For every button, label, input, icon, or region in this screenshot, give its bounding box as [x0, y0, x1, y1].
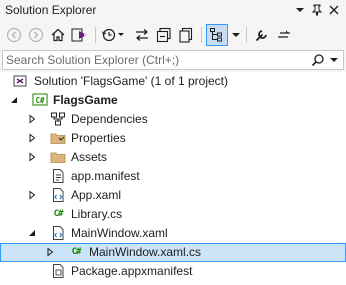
- tree-item-label: Dependencies: [71, 112, 148, 126]
- tree-item-label: Library.cs: [71, 207, 123, 221]
- pending-changes-button[interactable]: [99, 24, 129, 46]
- chevron-down-icon: [330, 58, 338, 62]
- svg-text:C#: C#: [35, 96, 45, 105]
- hierarchy-icon: [210, 28, 222, 42]
- properties-button[interactable]: [251, 24, 273, 46]
- forward-circle-icon: [28, 27, 44, 43]
- tree-item-label: Assets: [71, 150, 108, 164]
- collapsed-arrow-icon[interactable]: [26, 132, 38, 144]
- sync-arrows-icon: [136, 29, 148, 41]
- search-icon[interactable]: [311, 53, 325, 67]
- search-box: [2, 50, 344, 70]
- history-clock-icon: [102, 28, 124, 42]
- home-button[interactable]: [47, 24, 69, 46]
- tree-item-app-manifest[interactable]: app.manifest: [0, 167, 346, 186]
- sync-active-document-button[interactable]: [131, 24, 153, 46]
- wrench-icon: [255, 30, 267, 42]
- tree-item-package-appxmanifest[interactable]: Package.appxmanifest: [0, 262, 346, 281]
- xaml-file-icon: [50, 187, 66, 203]
- csharp-file-icon: C#: [53, 209, 64, 219]
- minus-lines-icon: [278, 30, 290, 38]
- xaml-file-icon: [50, 225, 66, 241]
- collapsed-arrow-icon[interactable]: [26, 151, 38, 163]
- title-bar: Solution Explorer: [0, 0, 346, 22]
- tree-item-label: Package.appxmanifest: [71, 264, 193, 278]
- tree-item-library-cs[interactable]: C# Library.cs: [0, 205, 346, 224]
- toolbar-separator: [95, 27, 96, 43]
- home-icon: [51, 28, 65, 42]
- manifest-file-icon: [50, 168, 66, 184]
- collapse-all-button[interactable]: [153, 24, 175, 46]
- show-all-files-icon: [179, 27, 193, 43]
- preview-selected-items-button[interactable]: [206, 24, 228, 46]
- tree-item-properties[interactable]: Properties: [0, 129, 346, 148]
- tree-item-solution[interactable]: Solution 'FlagsGame' (1 of 1 project): [0, 72, 346, 91]
- window-position-dropdown-icon[interactable]: [292, 2, 308, 18]
- chevron-down-icon: [232, 33, 240, 37]
- dependencies-icon: [50, 111, 66, 127]
- tree-item-label: FlagsGame: [53, 93, 118, 107]
- collapse-all-icon: [156, 27, 171, 43]
- back-button[interactable]: [3, 24, 25, 46]
- tree-item-label: Properties: [71, 131, 126, 145]
- collapsed-arrow-icon[interactable]: [44, 246, 56, 258]
- tree-item-label: Solution 'FlagsGame' (1 of 1 project): [34, 74, 229, 88]
- package-manifest-icon: [50, 263, 66, 279]
- toolbar: [0, 22, 346, 48]
- forward-button[interactable]: [25, 24, 47, 46]
- solution-tree: Solution 'FlagsGame' (1 of 1 project) C#…: [0, 72, 346, 285]
- back-circle-icon: [6, 27, 22, 43]
- tree-item-label: app.manifest: [71, 169, 140, 183]
- preview-dropdown-button[interactable]: [229, 24, 243, 46]
- tree-item-assets[interactable]: Assets: [0, 148, 346, 167]
- folder-icon: [50, 149, 66, 165]
- search-input[interactable]: [6, 52, 306, 68]
- show-all-files-button[interactable]: [175, 24, 197, 46]
- expanded-arrow-icon[interactable]: [26, 227, 38, 239]
- more-options-button[interactable]: [273, 24, 295, 46]
- csharp-project-icon: C#: [32, 92, 48, 108]
- collapsed-arrow-icon[interactable]: [26, 189, 38, 201]
- tree-item-project[interactable]: C# FlagsGame: [0, 91, 346, 110]
- pin-icon[interactable]: [309, 2, 325, 18]
- tree-item-app-xaml[interactable]: App.xaml: [0, 186, 346, 205]
- tree-item-label: MainWindow.xaml.cs: [89, 245, 202, 259]
- toolbar-separator: [246, 27, 247, 43]
- tree-item-label: App.xaml: [71, 188, 122, 202]
- search-options-dropdown[interactable]: [328, 53, 340, 67]
- vs-switch-views-icon: [71, 28, 87, 42]
- toolbar-separator: [201, 27, 202, 43]
- tree-item-mainwindow-xaml-cs[interactable]: C# MainWindow.xaml.cs: [0, 243, 346, 262]
- tree-item-mainwindow-xaml[interactable]: MainWindow.xaml: [0, 224, 346, 243]
- properties-folder-icon: [50, 130, 66, 146]
- switch-views-button[interactable]: [69, 24, 91, 46]
- csharp-file-icon: C#: [71, 247, 82, 257]
- solution-icon: [12, 73, 28, 89]
- collapsed-arrow-icon[interactable]: [26, 113, 38, 125]
- expanded-arrow-icon[interactable]: [8, 94, 20, 106]
- panel-title: Solution Explorer: [5, 3, 97, 17]
- close-icon[interactable]: [326, 2, 342, 18]
- tree-item-label: MainWindow.xaml: [71, 226, 168, 240]
- tree-item-dependencies[interactable]: Dependencies: [0, 110, 346, 129]
